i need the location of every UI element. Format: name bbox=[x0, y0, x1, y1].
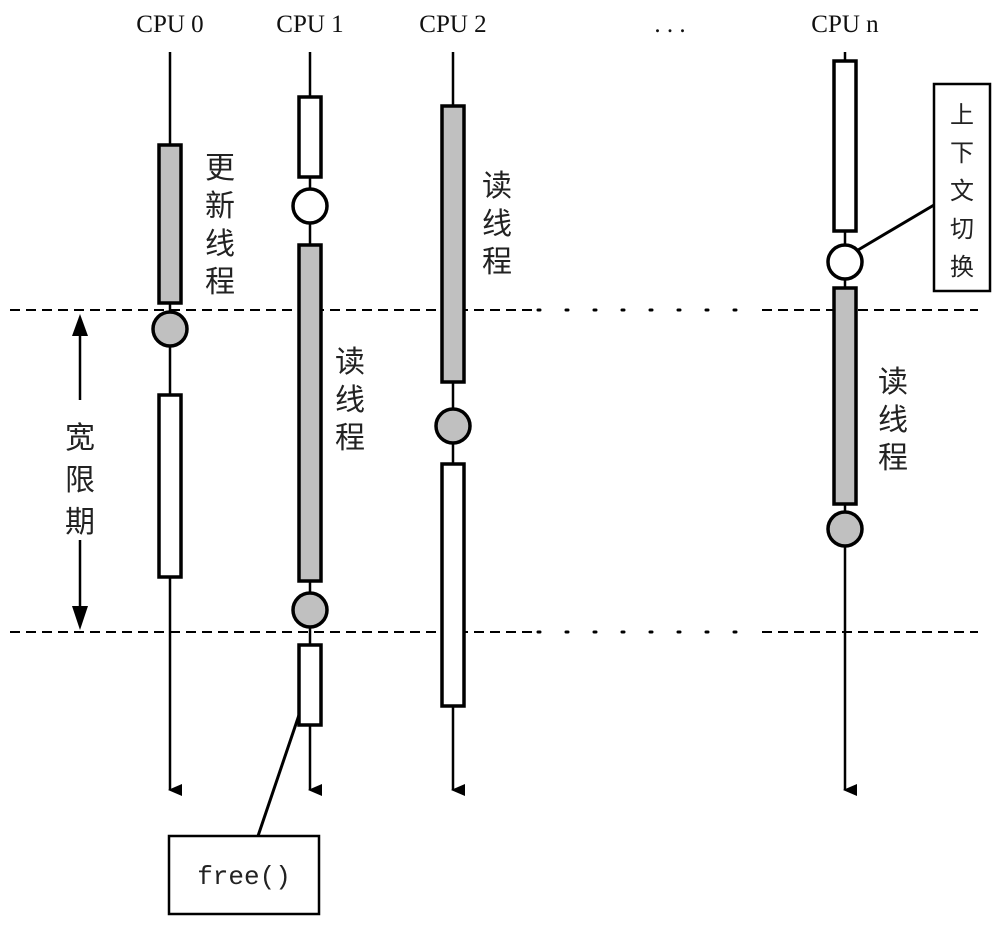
update-thread-char-3: 线 bbox=[205, 227, 235, 262]
cpu1-quiescent-state bbox=[291, 591, 329, 629]
cpu0-timeline bbox=[151, 52, 189, 796]
cpu2-timeline bbox=[434, 52, 472, 796]
update-thread-char-2: 新 bbox=[205, 189, 235, 224]
cpu0-label: CPU 0 bbox=[136, 11, 203, 38]
cpu2-other-block bbox=[440, 462, 466, 708]
cpu2-label: CPU 2 bbox=[419, 11, 486, 38]
cpun-read-thread-char-2: 线 bbox=[878, 403, 908, 438]
cpu1-label: CPU 1 bbox=[276, 11, 343, 38]
cpu1-free-block bbox=[297, 643, 323, 727]
grace-period-char-1: 宽 bbox=[65, 421, 95, 456]
cpun-timeline bbox=[826, 52, 864, 796]
update-thread-char-1: 更 bbox=[205, 151, 235, 186]
free-callout-text: free() bbox=[197, 862, 291, 892]
cpu1-other-block-1 bbox=[297, 95, 323, 179]
cpu2-read-thread-block bbox=[440, 104, 466, 384]
cpu1-timeline bbox=[291, 52, 329, 796]
cpu1-read-thread-char-2: 线 bbox=[335, 383, 365, 418]
grace-period-char-2: 限 bbox=[65, 463, 95, 498]
cpun-read-thread-char-3: 程 bbox=[878, 441, 908, 476]
update-thread-char-4: 程 bbox=[205, 265, 235, 300]
cpu2-quiescent-state bbox=[434, 407, 472, 445]
cpu-ellipsis: . . . bbox=[654, 11, 685, 38]
cpu0-other-block bbox=[157, 393, 183, 579]
cpu1-read-thread-block bbox=[297, 243, 323, 583]
cpun-other-block bbox=[832, 59, 858, 233]
cpu1-read-thread-char-1: 读 bbox=[335, 345, 365, 380]
context-switch-char-1: 上 bbox=[950, 101, 974, 129]
cpu2-read-thread-char-1: 读 bbox=[482, 169, 512, 204]
cpu0-update-thread-block bbox=[157, 143, 183, 305]
cpu2-read-thread-char-2: 线 bbox=[482, 207, 512, 242]
rcu-diagram: CPU 0 CPU 1 CPU 2 . . . CPU n 宽 限 期 更 新 … bbox=[10, 11, 992, 916]
cpun-read-thread-char-1: 读 bbox=[878, 365, 908, 400]
cpu1-context-switch bbox=[291, 187, 329, 225]
context-switch-char-5: 换 bbox=[950, 253, 974, 281]
free-callout-line bbox=[256, 714, 301, 837]
context-switch-char-2: 下 bbox=[950, 139, 974, 167]
cpu0-quiescent-state bbox=[151, 310, 189, 348]
context-switch-char-3: 文 bbox=[950, 177, 974, 205]
cpun-label: CPU n bbox=[811, 11, 879, 38]
cpu1-read-thread-char-3: 程 bbox=[335, 421, 365, 456]
cpu2-read-thread-char-3: 程 bbox=[482, 245, 512, 280]
context-switch-char-4: 切 bbox=[950, 215, 974, 243]
cpun-read-thread-block bbox=[832, 286, 858, 506]
context-switch-callout-line bbox=[857, 203, 935, 252]
grace-period-char-3: 期 bbox=[65, 505, 95, 540]
cpun-context-switch bbox=[826, 243, 864, 281]
cpun-quiescent-state bbox=[826, 510, 864, 548]
